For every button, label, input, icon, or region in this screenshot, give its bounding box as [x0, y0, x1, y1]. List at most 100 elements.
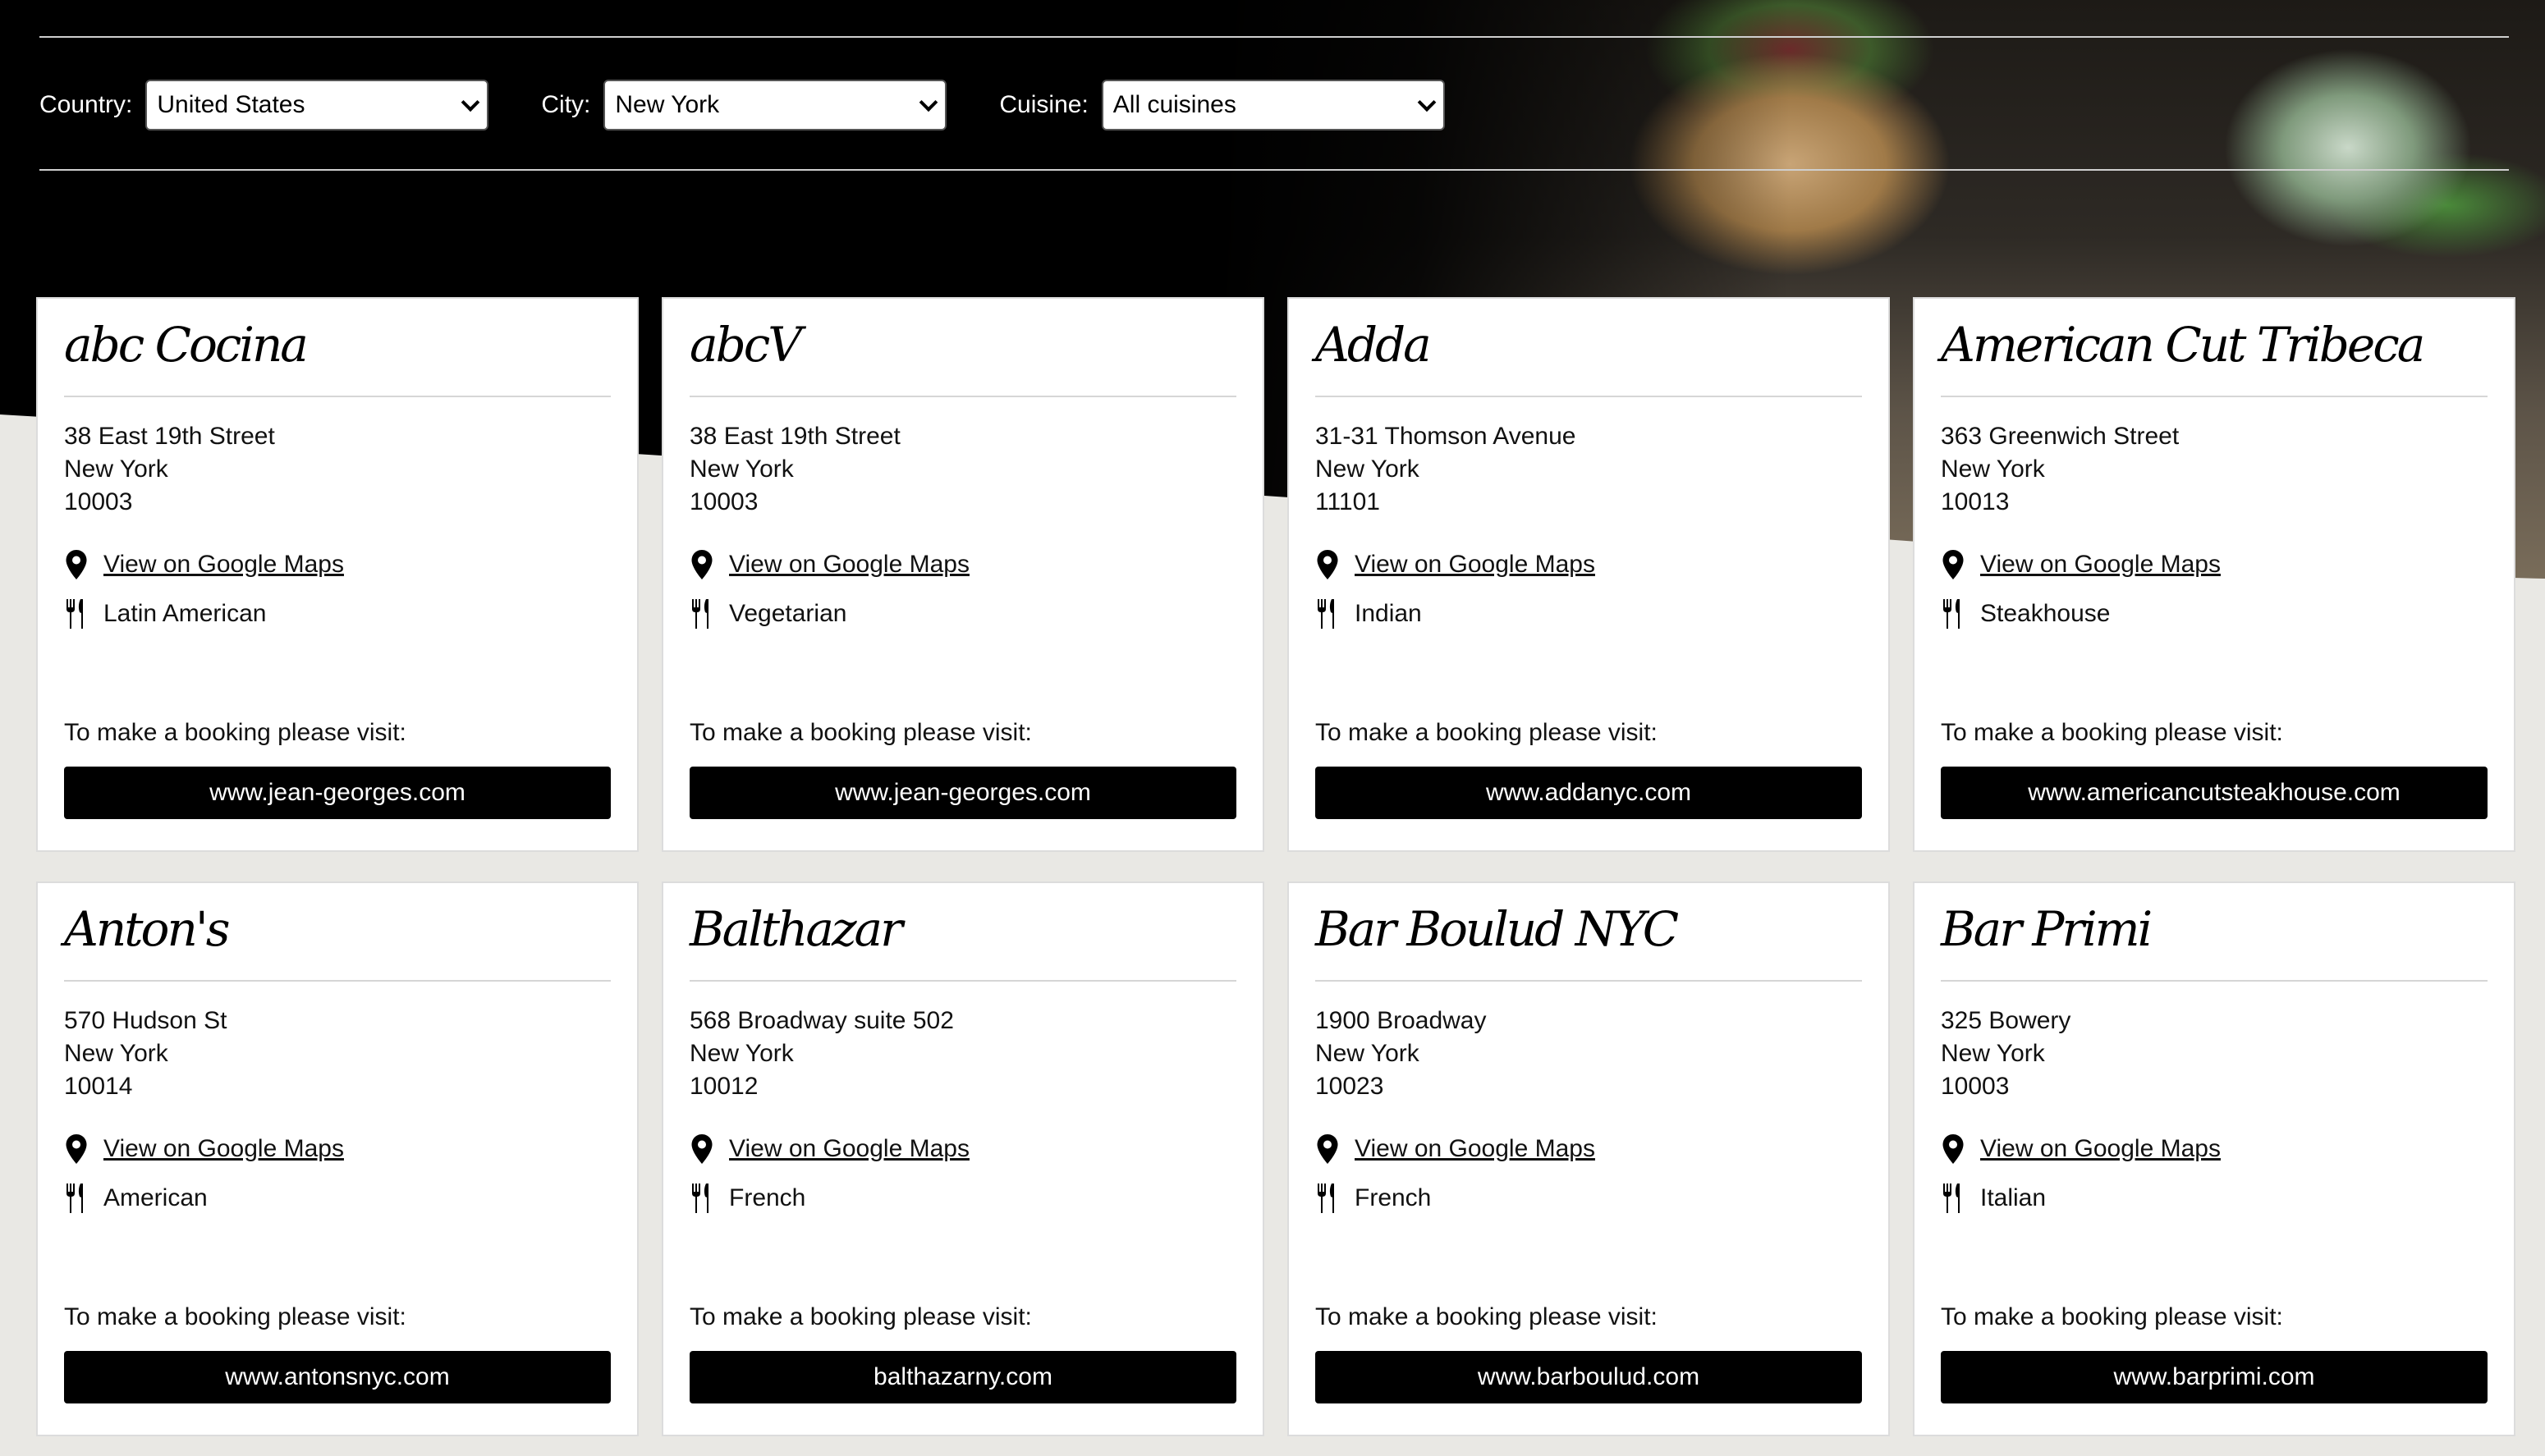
fork-knife-icon	[1315, 598, 1340, 630]
google-maps-link[interactable]: View on Google Maps	[103, 551, 344, 579]
booking-website-button[interactable]: www.antonsnyc.com	[64, 1351, 611, 1403]
country-select[interactable]: United States	[145, 80, 489, 130]
cuisine-type: Steakhouse	[1980, 600, 2111, 627]
cuisine-select[interactable]: All cuisines	[1101, 80, 1445, 130]
restaurant-address: 568 Broadway suite 502 New York 10012	[690, 1005, 954, 1103]
filter-divider	[39, 169, 2509, 171]
cuisine-label: Cuisine:	[999, 91, 1089, 118]
address-city: New York	[64, 456, 168, 483]
fork-knife-icon	[1315, 1182, 1340, 1215]
booking-website-button[interactable]: www.jean-georges.com	[690, 767, 1236, 819]
card-divider	[690, 396, 1236, 397]
chevron-down-icon	[1417, 93, 1437, 112]
restaurant-address: 1900 Broadway New York 10023	[1315, 1005, 1486, 1103]
google-maps-link[interactable]: View on Google Maps	[103, 1135, 344, 1163]
google-maps-link[interactable]: View on Google Maps	[1980, 551, 2221, 579]
booking-prompt: To make a booking please visit:	[690, 1303, 1032, 1330]
country-select-value: United States	[157, 91, 305, 118]
address-city: New York	[690, 456, 794, 483]
card-divider	[1941, 396, 2488, 397]
chevron-down-icon	[919, 93, 938, 112]
google-maps-link[interactable]: View on Google Maps	[1980, 1135, 2221, 1163]
google-maps-link[interactable]: View on Google Maps	[729, 1135, 970, 1163]
booking-website-button[interactable]: www.addanyc.com	[1315, 767, 1862, 819]
maps-row: View on Google Maps	[1941, 548, 2221, 581]
fork-knife-icon	[690, 598, 714, 630]
cuisine-row: Steakhouse	[1941, 598, 2110, 630]
restaurant-address: 363 Greenwich Street New York 10013	[1941, 420, 2179, 519]
filter-bar: Country: United States City: New York Cu…	[39, 79, 1497, 131]
restaurant-name: Bar Primi	[1941, 901, 2153, 957]
city-select[interactable]: New York	[603, 80, 947, 130]
cuisine-type: Italian	[1980, 1184, 2047, 1211]
booking-prompt: To make a booking please visit:	[64, 719, 406, 746]
restaurant-card: Bar Boulud NYC 1900 Broadway New York 10…	[1289, 883, 1888, 1435]
map-pin-icon	[690, 1133, 714, 1165]
address-street: 363 Greenwich Street	[1941, 423, 2180, 450]
cuisine-type: Latin American	[103, 600, 267, 627]
card-divider	[64, 980, 611, 982]
cuisine-select-value: All cuisines	[1112, 91, 1236, 118]
restaurant-name: Anton's	[64, 901, 231, 957]
restaurant-name: abcV	[690, 317, 802, 373]
booking-website-button[interactable]: www.jean-georges.com	[64, 767, 611, 819]
cuisine-row: American	[64, 1182, 208, 1215]
restaurant-name: Bar Boulud NYC	[1315, 901, 1679, 957]
booking-prompt: To make a booking please visit:	[64, 1303, 406, 1330]
address-zip: 10003	[690, 488, 759, 515]
address-city: New York	[1315, 1040, 1419, 1067]
booking-website-button[interactable]: www.barboulud.com	[1315, 1351, 1862, 1403]
booking-prompt: To make a booking please visit:	[1315, 719, 1658, 746]
address-zip: 10014	[64, 1073, 133, 1100]
address-street: 570 Hudson St	[64, 1007, 227, 1034]
google-maps-link[interactable]: View on Google Maps	[1355, 551, 1595, 579]
cuisine-row: Italian	[1941, 1182, 2046, 1215]
cuisine-row: French	[1315, 1182, 1431, 1215]
address-street: 1900 Broadway	[1315, 1007, 1487, 1034]
cuisine-type: American	[103, 1184, 208, 1211]
booking-website-button[interactable]: www.americancutsteakhouse.com	[1941, 767, 2488, 819]
maps-row: View on Google Maps	[64, 548, 344, 581]
restaurant-address: 570 Hudson St New York 10014	[64, 1005, 227, 1103]
maps-row: View on Google Maps	[64, 1133, 344, 1165]
fork-knife-icon	[64, 1182, 89, 1215]
address-zip: 10013	[1941, 488, 2010, 515]
address-street: 31-31 Thomson Avenue	[1315, 423, 1576, 450]
booking-prompt: To make a booking please visit:	[1315, 1303, 1658, 1330]
address-city: New York	[1315, 456, 1419, 483]
card-divider	[1315, 980, 1862, 982]
google-maps-link[interactable]: View on Google Maps	[1355, 1135, 1595, 1163]
city-label: City:	[541, 91, 591, 118]
address-zip: 10003	[64, 488, 133, 515]
address-zip: 11101	[1315, 488, 1380, 515]
maps-row: View on Google Maps	[1315, 548, 1595, 581]
address-street: 325 Bowery	[1941, 1007, 2071, 1034]
booking-website-button[interactable]: www.barprimi.com	[1941, 1351, 2488, 1403]
cuisine-row: Latin American	[64, 598, 266, 630]
maps-row: View on Google Maps	[1941, 1133, 2221, 1165]
restaurant-address: 38 East 19th Street New York 10003	[64, 420, 275, 519]
address-zip: 10003	[1941, 1073, 2010, 1100]
google-maps-link[interactable]: View on Google Maps	[729, 551, 970, 579]
restaurant-address: 38 East 19th Street New York 10003	[690, 420, 901, 519]
top-divider	[39, 36, 2509, 38]
card-divider	[1315, 396, 1862, 397]
country-label: Country:	[39, 91, 133, 118]
address-city: New York	[1941, 1040, 2045, 1067]
restaurant-address: 325 Bowery New York 10003	[1941, 1005, 2070, 1103]
address-street: 568 Broadway suite 502	[690, 1007, 954, 1034]
map-pin-icon	[1941, 548, 1965, 581]
map-pin-icon	[64, 548, 89, 581]
booking-website-button[interactable]: balthazarny.com	[690, 1351, 1236, 1403]
cuisine-row: French	[690, 1182, 805, 1215]
fork-knife-icon	[64, 598, 89, 630]
address-street: 38 East 19th Street	[690, 423, 901, 450]
address-zip: 10012	[690, 1073, 759, 1100]
restaurant-card: Adda 31-31 Thomson Avenue New York 11101…	[1289, 299, 1888, 850]
map-pin-icon	[690, 548, 714, 581]
booking-prompt: To make a booking please visit:	[1941, 719, 2283, 746]
fork-knife-icon	[1941, 598, 1965, 630]
restaurant-name: Adda	[1315, 317, 1432, 373]
address-city: New York	[64, 1040, 168, 1067]
restaurant-card: Anton's 570 Hudson St New York 10014 Vie…	[38, 883, 637, 1435]
